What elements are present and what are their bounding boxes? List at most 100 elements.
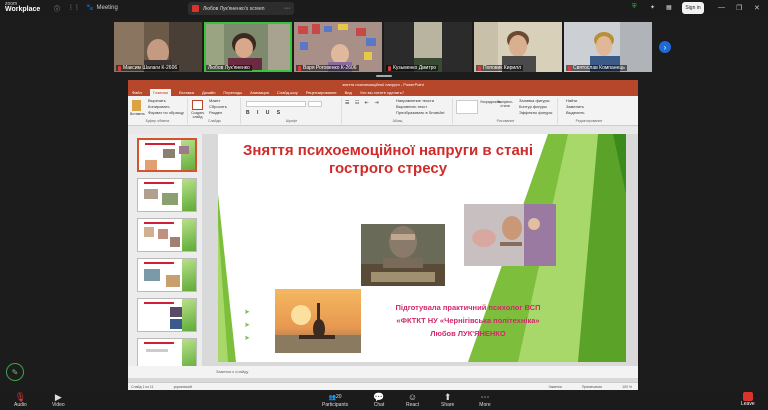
react-button[interactable]: ☺ React	[406, 392, 419, 408]
meeting-label: Meeting	[96, 4, 118, 11]
info-icon[interactable]: ⓘ	[54, 4, 60, 13]
tab-home[interactable]: Главная	[149, 88, 172, 96]
list-buttons[interactable]: ☰ ☷ ⇤ ⇥	[345, 100, 381, 106]
bullet-marker: ➤	[244, 322, 250, 329]
photo-hands-craft[interactable]	[464, 204, 556, 266]
slide-thumbnails-pane[interactable]: 1	[128, 134, 202, 366]
info-line: Підготувала практичний психолог ВСП	[395, 303, 541, 312]
select-button[interactable]: Выделить	[563, 110, 584, 116]
view-icon[interactable]: ▦	[666, 4, 672, 11]
slide-thumbnail-2[interactable]	[137, 178, 197, 212]
arrange-button[interactable]: Упорядочить	[480, 100, 501, 104]
section-button[interactable]: Раздел	[206, 110, 227, 116]
audio-button[interactable]: 🎙 Audio	[14, 391, 27, 409]
tell-me-search[interactable]: Что вы хотите сделать?	[360, 90, 404, 95]
share-button[interactable]: ⬆ Share	[441, 391, 454, 409]
screen-share-pill[interactable]: Любов Лук'яненко's screen ⋯	[188, 2, 294, 15]
participant-tile[interactable]: Поповик Кирилл	[474, 22, 562, 72]
next-participants-button[interactable]: ›	[659, 41, 671, 53]
comments-toggle[interactable]: Примечания	[582, 385, 602, 389]
sign-in-button[interactable]: Sign in	[682, 2, 704, 14]
tab-file[interactable]: Файл	[132, 90, 142, 95]
slide-thumbnail-6[interactable]	[137, 338, 197, 366]
language-indicator[interactable]: украинский	[174, 385, 192, 389]
group-label: Буфер обмена	[145, 119, 170, 123]
tab-transitions[interactable]: Переходы	[223, 90, 242, 95]
smile-icon: ☺	[407, 392, 418, 402]
chat-icon: 💬	[373, 391, 385, 402]
group-label: Редактирование	[575, 119, 603, 123]
participant-name: Варя Роговенко К-2606	[303, 65, 357, 71]
notes-placeholder: Заметки к слайду	[216, 369, 249, 374]
slide-notes-pane[interactable]: Заметки к слайду	[128, 366, 638, 378]
participant-tile-active-speaker[interactable]: Любов Лук'яненко	[204, 22, 292, 72]
shapes-gallery[interactable]	[456, 100, 478, 114]
participant-tile[interactable]: Святослав Компанець	[564, 22, 652, 72]
mic-muted-icon: 🎙	[14, 391, 27, 402]
meeting-menu[interactable]: 🐾 Meeting	[86, 4, 118, 12]
quick-styles-button[interactable]: Экспресс-стили	[496, 100, 514, 108]
mic-muted-icon	[478, 65, 481, 71]
group-label: Рисование	[496, 119, 515, 123]
ppt-workspace: 1	[128, 134, 638, 382]
annotate-button[interactable]: ✎	[6, 363, 24, 381]
meeting-controls: 🎙 Audio ▶ Video 👥 20 Participants 💬 Chat …	[0, 391, 768, 410]
chevron-right-icon: ›	[663, 42, 667, 52]
paragraph-group: ☰ ☷ ⇤ ⇥ Направление текста Выровнять тек…	[343, 98, 453, 124]
more-options-icon[interactable]: ⋯	[284, 5, 290, 12]
slide-thumbnail-3[interactable]	[137, 218, 197, 252]
camera-icon: ▶	[54, 391, 62, 402]
participant-tile[interactable]: Кузьменко Дмитро	[384, 22, 472, 72]
zoom-level[interactable]: 100 %	[622, 385, 632, 389]
share-icon: ⬆	[443, 391, 452, 402]
mic-muted-icon	[568, 65, 571, 71]
more-icon: ⋯	[480, 391, 490, 402]
new-slide-button[interactable]: Создать слайд	[191, 100, 204, 119]
slide-author-info[interactable]: Підготувала практичний психолог ВСП «ФКТ…	[378, 301, 558, 340]
current-slide[interactable]: Зняття психоемоційної напруги в стані го…	[218, 134, 626, 362]
shield-icon[interactable]: ⛨	[632, 4, 637, 11]
shape-effects-button[interactable]: Эффекты фигуры	[516, 110, 552, 116]
participant-name: Максим Шалаги К-2606	[123, 65, 178, 71]
close-icon[interactable]: ✕	[754, 4, 760, 12]
format-painter-button[interactable]: Формат по образцу	[145, 110, 184, 116]
font-size-select[interactable]	[308, 101, 322, 107]
tab-animations[interactable]: Анимация	[250, 90, 269, 95]
font-style-buttons[interactable]: B I U S	[246, 110, 283, 116]
apps-icon[interactable]: ✦	[650, 4, 655, 11]
tab-view[interactable]: Вид	[345, 90, 352, 95]
slide-title[interactable]: Зняття психоемоційної напруги в стані го…	[238, 142, 538, 178]
clipboard-group: Вставить Вырезать Копировать Формат по о…	[128, 98, 188, 124]
slide-thumbnail-5[interactable]	[137, 298, 197, 332]
tab-review[interactable]: Рецензирование	[306, 90, 337, 95]
font-family-select[interactable]	[246, 101, 306, 107]
tab-slideshow[interactable]: Слайд-шоу	[277, 90, 298, 95]
minimize-icon[interactable]: —	[718, 4, 725, 11]
tab-insert[interactable]: Вставка	[179, 90, 194, 95]
photo-yoga-sunset[interactable]	[275, 289, 361, 353]
drawing-group: Упорядочить Экспресс-стили Заливка фигур…	[454, 98, 558, 124]
group-label: Шрифт	[285, 119, 298, 123]
paste-button[interactable]: Вставить	[130, 100, 145, 116]
photo-wood-splitting[interactable]	[361, 224, 445, 286]
participant-tile[interactable]: Максим Шалаги К-2606	[114, 22, 202, 72]
zoom-window: zoom Workplace ⓘ ⋮⋮ 🐾 Meeting Любов Лук'…	[0, 0, 768, 410]
participants-button[interactable]: 👥 20 Participants	[322, 392, 348, 408]
video-button[interactable]: ▶ Video	[52, 391, 65, 409]
paw-icon: 🐾	[86, 5, 94, 11]
slide-thumbnail-4[interactable]	[137, 258, 197, 292]
mic-muted-icon	[388, 65, 391, 71]
notes-toggle[interactable]: Заметки	[548, 385, 561, 389]
group-label: Слайды	[207, 119, 222, 123]
convert-smartart-button[interactable]: Преобразовать в SmartArt	[393, 110, 445, 116]
grid-icon[interactable]: ⋮⋮	[68, 4, 80, 11]
participant-tile[interactable]: Варя Роговенко К-2606	[294, 22, 382, 72]
restore-icon[interactable]: ❐	[736, 4, 742, 12]
resize-handle[interactable]	[376, 75, 392, 77]
leave-button[interactable]: Leave	[741, 392, 755, 407]
chat-button[interactable]: 💬 Chat	[373, 391, 385, 409]
mic-muted-icon	[298, 65, 301, 71]
tab-design[interactable]: Дизайн	[202, 90, 215, 95]
slide-thumbnail-1[interactable]: 1	[137, 138, 197, 172]
more-button[interactable]: ⋯ More	[479, 391, 491, 409]
